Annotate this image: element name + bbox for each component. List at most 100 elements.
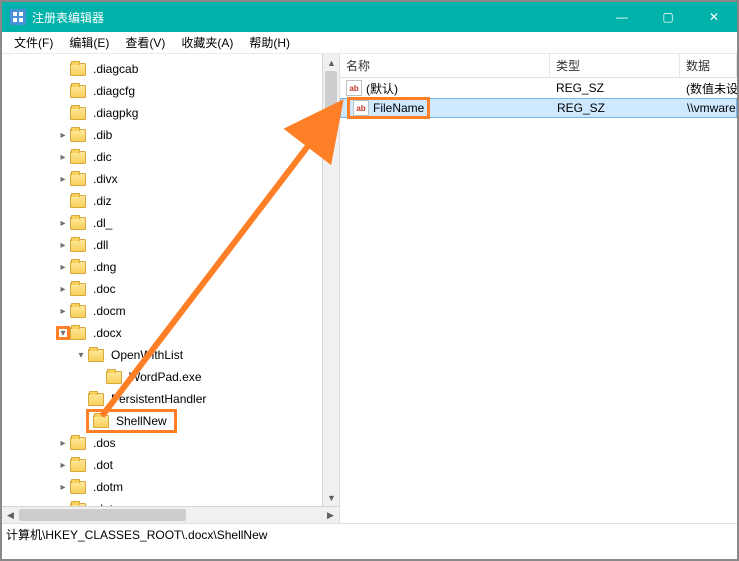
folder-icon bbox=[70, 63, 86, 76]
folder-icon bbox=[70, 459, 86, 472]
minimize-button[interactable]: — bbox=[599, 2, 645, 32]
folder-icon bbox=[70, 217, 86, 230]
folder-icon bbox=[70, 481, 86, 494]
tree-label: .dotm bbox=[90, 479, 126, 495]
expander-icon[interactable]: ▸ bbox=[56, 260, 70, 274]
titlebar: 注册表编辑器 — ▢ ✕ bbox=[2, 2, 737, 32]
maximize-button[interactable]: ▢ bbox=[645, 2, 691, 32]
expander-icon[interactable]: ▾ bbox=[56, 326, 70, 340]
tree-item[interactable]: WordPad.exe bbox=[2, 366, 339, 388]
value-type: REG_SZ bbox=[551, 101, 681, 115]
col-data[interactable]: 数据 bbox=[680, 54, 737, 77]
expander-icon[interactable]: ▸ bbox=[56, 150, 70, 164]
tree-pane: .diagcab .diagcfg .diagpkg ▸ .dib ▸ .dic ▸ .divx… bbox=[2, 54, 340, 523]
value-name: (默认) bbox=[366, 80, 398, 97]
status-bar: 计算机\HKEY_CLASSES_ROOT\.docx\ShellNew bbox=[2, 523, 737, 545]
col-type[interactable]: 类型 bbox=[550, 54, 680, 77]
tree-item[interactable]: ▸ .dot bbox=[2, 454, 339, 476]
folder-icon bbox=[106, 371, 122, 384]
menu-help[interactable]: 帮助(H) bbox=[241, 32, 298, 53]
tree-item[interactable]: ShellNew bbox=[2, 410, 339, 432]
folder-icon bbox=[70, 173, 86, 186]
vertical-scrollbar[interactable]: ▲ ▼ bbox=[322, 54, 339, 506]
folder-icon bbox=[70, 305, 86, 318]
value-data: \\vmware bbox=[681, 101, 736, 115]
tree-item[interactable]: .diagcfg bbox=[2, 80, 339, 102]
menu-edit[interactable]: 编辑(E) bbox=[61, 32, 117, 53]
menu-view[interactable]: 查看(V) bbox=[117, 32, 173, 53]
tree-label: .dl_ bbox=[90, 215, 115, 231]
folder-icon bbox=[70, 151, 86, 164]
string-value-icon: ab bbox=[346, 80, 362, 96]
tree-label: .dic bbox=[90, 149, 115, 165]
folder-icon bbox=[70, 283, 86, 296]
tree-item[interactable]: .diagcab bbox=[2, 58, 339, 80]
expander-icon[interactable]: ▸ bbox=[56, 238, 70, 252]
list-pane: 名称 类型 数据 ab(默认)REG_SZ(数值未设abFileNameREG_… bbox=[340, 54, 737, 523]
tree-item[interactable]: ▾.docx bbox=[2, 322, 339, 344]
tree-item[interactable]: ▸ .dib bbox=[2, 124, 339, 146]
tree-label: .dib bbox=[90, 127, 115, 143]
list-row[interactable]: ab(默认) REG_SZ(数值未设 bbox=[340, 78, 737, 98]
folder-icon bbox=[88, 393, 104, 406]
scroll-down-icon[interactable]: ▼ bbox=[323, 489, 340, 506]
expander-icon[interactable]: ▸ bbox=[56, 216, 70, 230]
tree-view[interactable]: .diagcab .diagcfg .diagpkg ▸ .dib ▸ .dic ▸ .divx… bbox=[2, 54, 339, 506]
scroll-right-icon[interactable]: ▶ bbox=[322, 507, 339, 524]
tree-item[interactable]: ▸ .doc bbox=[2, 278, 339, 300]
tree-item[interactable]: ▸.docm bbox=[2, 300, 339, 322]
scroll-up-icon[interactable]: ▲ bbox=[323, 54, 340, 71]
tree-item[interactable]: .diz bbox=[2, 190, 339, 212]
folder-icon bbox=[70, 195, 86, 208]
menu-file[interactable]: 文件(F) bbox=[6, 32, 61, 53]
scroll-left-icon[interactable]: ◀ bbox=[2, 507, 19, 524]
expander-icon[interactable]: ▸ bbox=[56, 304, 70, 318]
folder-icon bbox=[88, 349, 104, 362]
tree-label: OpenWithList bbox=[108, 347, 186, 363]
tree-item[interactable]: ▸ .dos bbox=[2, 432, 339, 454]
string-value-icon: ab bbox=[353, 100, 369, 116]
window-controls: — ▢ ✕ bbox=[599, 2, 737, 32]
expander-icon bbox=[92, 370, 106, 384]
tree-label: .doc bbox=[90, 281, 119, 297]
window-title: 注册表编辑器 bbox=[32, 9, 104, 26]
expander-icon[interactable]: ▸ bbox=[56, 480, 70, 494]
tree-label: .dot bbox=[90, 457, 116, 473]
list-row[interactable]: abFileNameREG_SZ\\vmware bbox=[340, 98, 737, 118]
tree-item[interactable]: ▸ .dl_ bbox=[2, 212, 339, 234]
tree-item[interactable]: ▸.dng bbox=[2, 256, 339, 278]
content-area: .diagcab .diagcfg .diagpkg ▸ .dib ▸ .dic ▸ .divx… bbox=[2, 54, 737, 523]
list-header: 名称 类型 数据 bbox=[340, 54, 737, 78]
tree-item[interactable]: ▸ .dic bbox=[2, 146, 339, 168]
tree-item[interactable]: ▸ .dotm bbox=[2, 476, 339, 498]
expander-icon[interactable]: ▾ bbox=[74, 348, 88, 362]
tree-label: .diagcfg bbox=[90, 83, 138, 99]
tree-item[interactable]: ▸.dotx bbox=[2, 498, 339, 506]
value-type: REG_SZ bbox=[550, 81, 680, 95]
value-data: (数值未设 bbox=[680, 80, 737, 97]
expander-icon bbox=[56, 84, 70, 98]
tree-label: .divx bbox=[90, 171, 121, 187]
expander-icon[interactable]: ▸ bbox=[56, 128, 70, 142]
tree-item[interactable]: ▾ OpenWithList bbox=[2, 344, 339, 366]
folder-icon bbox=[70, 239, 86, 252]
tree-item[interactable]: .diagpkg bbox=[2, 102, 339, 124]
expander-icon[interactable]: ▸ bbox=[56, 458, 70, 472]
folder-icon bbox=[70, 129, 86, 142]
tree-item[interactable]: PersistentHandler bbox=[2, 388, 339, 410]
horizontal-scrollbar[interactable]: ◀ ▶ bbox=[2, 506, 339, 523]
expander-icon bbox=[56, 194, 70, 208]
col-name[interactable]: 名称 bbox=[340, 54, 550, 77]
expander-icon[interactable]: ▸ bbox=[56, 282, 70, 296]
tree-label: .dll bbox=[90, 237, 111, 253]
close-button[interactable]: ✕ bbox=[691, 2, 737, 32]
folder-icon bbox=[70, 327, 86, 340]
tree-item[interactable]: ▸ .divx bbox=[2, 168, 339, 190]
tree-item[interactable]: ▸ .dll bbox=[2, 234, 339, 256]
expander-icon[interactable]: ▸ bbox=[56, 172, 70, 186]
tree-label: .diagpkg bbox=[90, 105, 141, 121]
tree-label: ShellNew bbox=[113, 413, 170, 429]
menu-favorites[interactable]: 收藏夹(A) bbox=[173, 32, 241, 53]
expander-icon[interactable]: ▸ bbox=[56, 436, 70, 450]
tree-label: .dos bbox=[90, 435, 119, 451]
